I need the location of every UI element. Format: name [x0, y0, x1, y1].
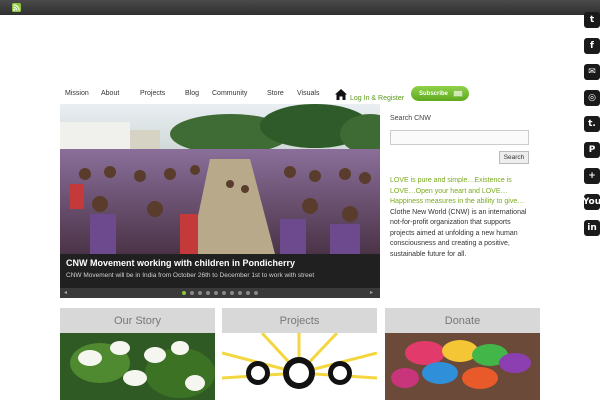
- instagram-icon[interactable]: ◎: [584, 90, 600, 106]
- nav-about[interactable]: About: [101, 90, 119, 97]
- slide-dot[interactable]: [238, 291, 242, 295]
- top-bar: [0, 0, 600, 15]
- our-story-heading[interactable]: Our Story: [60, 308, 215, 333]
- slide-caption: CNW Movement working with children in Po…: [60, 254, 380, 288]
- home-icon[interactable]: [335, 89, 347, 100]
- nav-mission[interactable]: Mission: [65, 90, 89, 97]
- nav-blog[interactable]: Blog: [185, 90, 199, 97]
- subscribe-label: Subscribe: [419, 90, 449, 97]
- login-register-link[interactable]: Log In & Register: [350, 95, 404, 102]
- slide-dot[interactable]: [206, 291, 210, 295]
- facebook-icon[interactable]: f: [584, 38, 600, 54]
- slide-dots: [182, 291, 258, 295]
- our-story-image: [60, 333, 215, 400]
- search-label: Search CNW: [390, 115, 431, 122]
- projects-image: [222, 331, 377, 400]
- projects-heading[interactable]: Projects: [222, 308, 377, 333]
- subscribe-button[interactable]: Subscribe: [411, 86, 469, 101]
- about-description: Clothe New World (CNW) is an internation…: [390, 208, 527, 258]
- prev-arrow-icon[interactable]: ◂: [64, 289, 67, 296]
- email-icon[interactable]: ✉: [584, 64, 600, 80]
- search-button[interactable]: Search: [499, 151, 529, 164]
- image-slider[interactable]: CNW Movement working with children in Po…: [60, 104, 380, 298]
- slide-dot[interactable]: [214, 291, 218, 295]
- linkedin-icon[interactable]: in: [584, 220, 600, 236]
- love-quote: LOVE is pure and simple…Existence is LOV…: [390, 177, 525, 205]
- our-story-box[interactable]: Our Story: [60, 308, 215, 400]
- nav-community[interactable]: Community: [212, 90, 247, 97]
- mail-icon: [453, 90, 463, 97]
- donate-box[interactable]: Donate: [385, 308, 540, 400]
- projects-box[interactable]: Projects: [222, 308, 377, 400]
- slider-controls: ◂ ▸: [60, 288, 380, 298]
- tumblr-icon[interactable]: t.: [584, 116, 600, 132]
- slide-dot[interactable]: [246, 291, 250, 295]
- nav-projects[interactable]: Projects: [140, 90, 165, 97]
- slide-dot[interactable]: [222, 291, 226, 295]
- plus-icon[interactable]: +: [584, 168, 600, 184]
- social-links: t f ✉ ◎ t. P + You in: [580, 12, 600, 246]
- search-input[interactable]: [390, 130, 529, 145]
- nav-store[interactable]: Store: [267, 90, 284, 97]
- rss-icon[interactable]: [12, 3, 21, 12]
- next-arrow-icon[interactable]: ▸: [370, 289, 373, 296]
- about-text: LOVE is pure and simple…Existence is LOV…: [390, 176, 532, 260]
- slide-dot[interactable]: [254, 291, 258, 295]
- youtube-icon[interactable]: You: [583, 194, 600, 210]
- slide-text: CNW Movement will be in India from Octob…: [66, 272, 315, 279]
- pinterest-icon[interactable]: P: [584, 142, 600, 158]
- donate-heading[interactable]: Donate: [385, 308, 540, 333]
- slide-dot[interactable]: [190, 291, 194, 295]
- slide-dot[interactable]: [182, 291, 186, 295]
- donate-image: [385, 333, 540, 400]
- slide-dot[interactable]: [230, 291, 234, 295]
- slide-title[interactable]: CNW Movement working with children in Po…: [66, 258, 295, 268]
- nav-visuals[interactable]: Visuals: [297, 90, 319, 97]
- slide-dot[interactable]: [198, 291, 202, 295]
- twitter-icon[interactable]: t: [584, 12, 600, 28]
- slide-image: [60, 104, 380, 254]
